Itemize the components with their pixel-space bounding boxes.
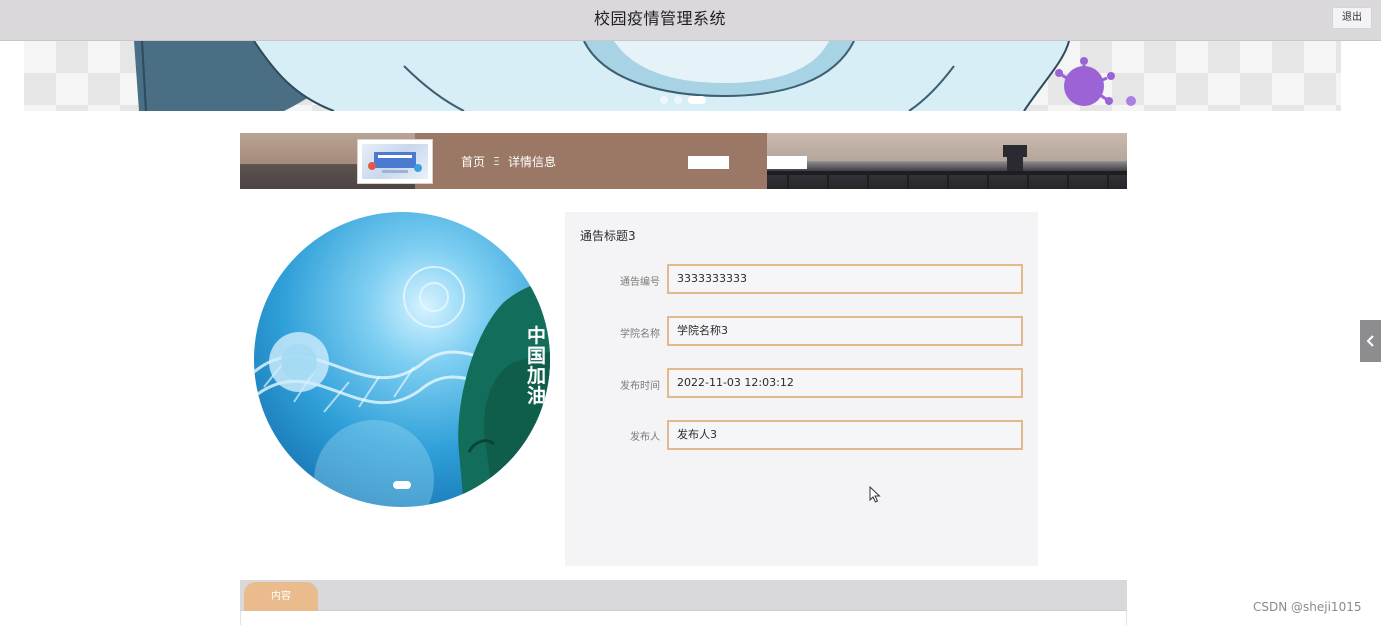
field-label-college-name: 学院名称 [620, 329, 660, 340]
publish-time-field[interactable]: 2022-11-03 12:03:12 [667, 368, 1023, 398]
breadcrumb-thumbnail [357, 139, 433, 184]
tab-content[interactable]: 内容 [244, 582, 318, 611]
field-label-publisher: 发布人 [630, 432, 660, 443]
content-tabs: 内容 [240, 580, 1127, 611]
publisher-field[interactable]: 发布人3 [667, 420, 1023, 450]
field-label-notice-number: 通告编号 [620, 277, 660, 288]
strip-decor-box [767, 156, 807, 169]
side-panel-toggle[interactable] [1360, 320, 1381, 362]
hero-pagination-dot[interactable] [393, 481, 411, 489]
strip-decor-box [688, 156, 729, 169]
mouse-cursor-icon [869, 486, 881, 503]
breadcrumb-home-link[interactable]: 首页 [461, 153, 485, 170]
banner-dot[interactable] [660, 96, 668, 104]
field-label-publish-time: 发布时间 [620, 381, 660, 392]
chevron-left-icon [1366, 335, 1374, 347]
breadcrumb-separator: Ξ [493, 154, 500, 168]
hero-illustration [254, 266, 550, 507]
csdn-watermark: CSDN @sheji1015 [1253, 600, 1362, 614]
tab-content-body [240, 611, 1127, 625]
logout-button[interactable]: 退出 [1332, 7, 1372, 29]
breadcrumb: 首页 Ξ 详情信息 [461, 152, 556, 170]
top-header: 校园疫情管理系统 退出 [0, 0, 1381, 41]
hero-image-carousel[interactable]: 中国加油 [254, 212, 550, 507]
banner-carousel[interactable] [24, 41, 1341, 111]
detail-panel: 通告标题3 通告编号 3333333333 学院名称 学院名称3 发布时间 20… [565, 212, 1038, 566]
breadcrumb-strip: 首页 Ξ 详情信息 [240, 133, 1127, 189]
college-name-field[interactable]: 学院名称3 [667, 316, 1023, 346]
notice-number-field[interactable]: 3333333333 [667, 264, 1023, 294]
banner-pagination [660, 96, 706, 104]
notice-title: 通告标题3 [580, 229, 636, 243]
banner-dot-active[interactable] [688, 96, 706, 104]
strip-photo-right [767, 133, 1127, 189]
hero-overlay-text: 中国加油 [527, 325, 547, 407]
site-title: 校园疫情管理系统 [593, 9, 726, 28]
pier-illustration [767, 145, 1127, 189]
breadcrumb-current: 详情信息 [507, 154, 556, 169]
banner-dot[interactable] [674, 96, 682, 104]
